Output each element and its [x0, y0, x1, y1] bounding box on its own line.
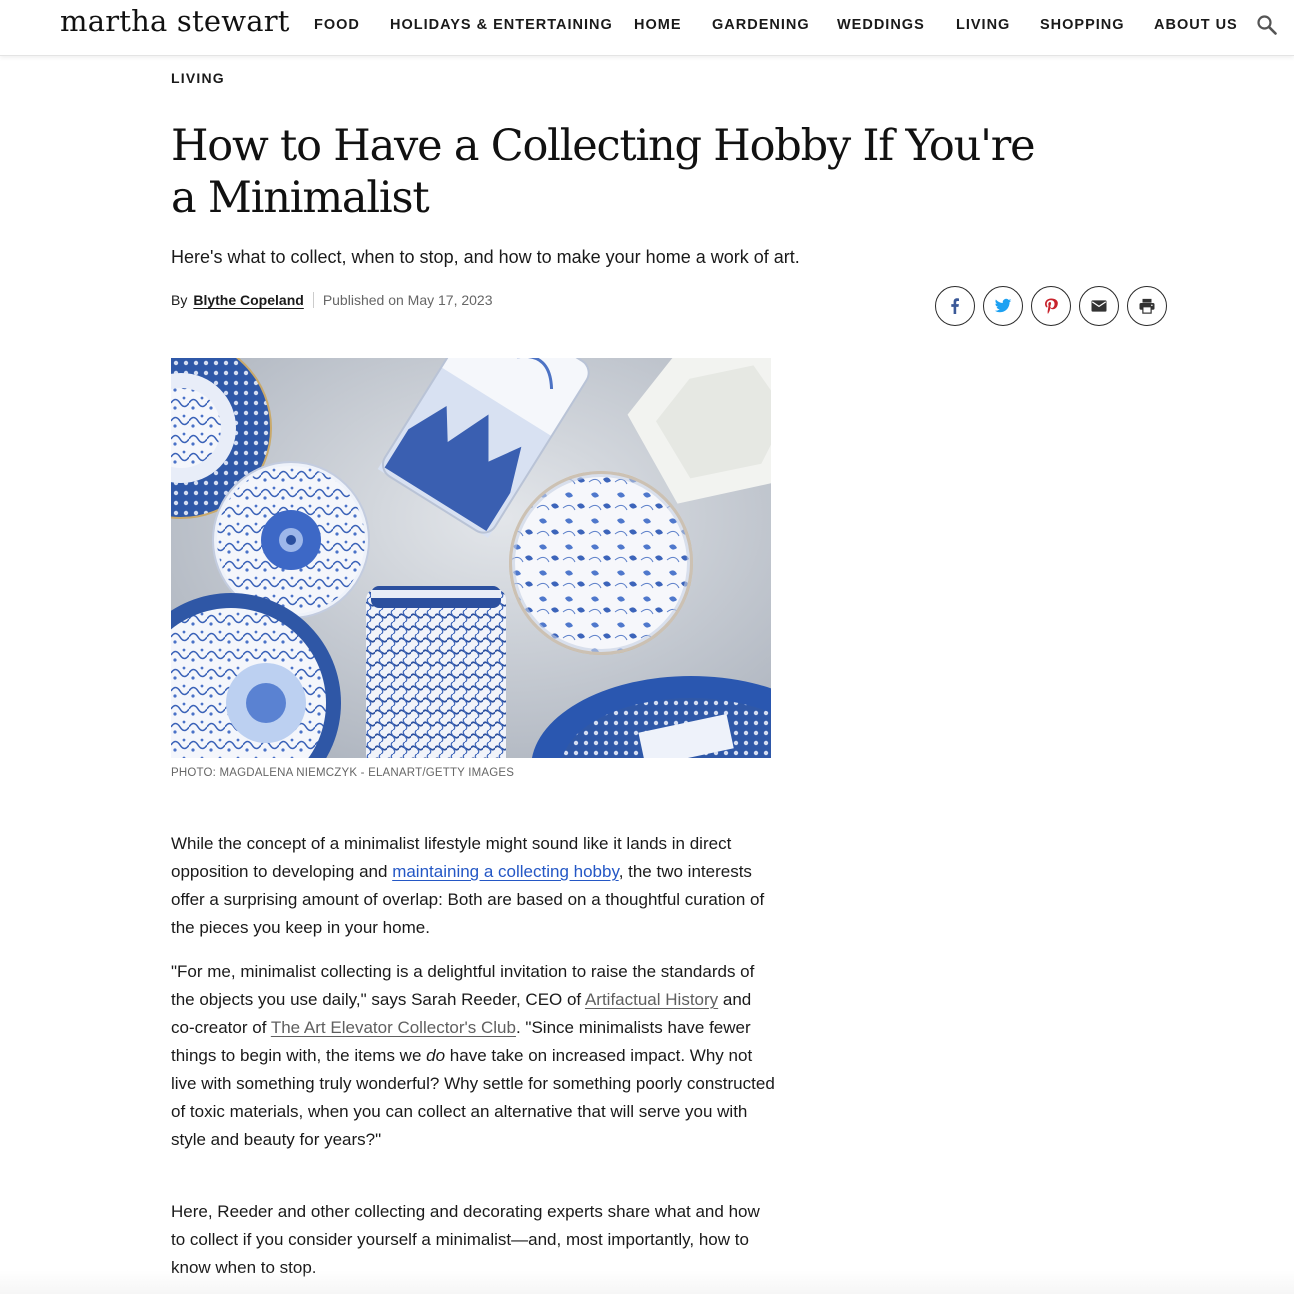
nav-item-about-us[interactable]: ABOUT US — [1154, 17, 1238, 33]
pinterest-icon — [1045, 298, 1058, 314]
site-logo[interactable]: martha stewart — [60, 4, 290, 38]
email-icon — [1091, 300, 1107, 312]
byline: By Blythe Copeland Published on May 17, … — [171, 292, 493, 308]
email-share-button[interactable] — [1079, 286, 1119, 326]
facebook-share-button[interactable] — [935, 286, 975, 326]
byline-by-label: By — [171, 292, 188, 308]
nav-item-holidays-entertaining[interactable]: HOLIDAYS & ENTERTAINING — [390, 17, 613, 33]
search-icon[interactable] — [1256, 14, 1278, 36]
byline-divider — [312, 292, 314, 308]
nav-item-gardening[interactable]: GARDENING — [712, 17, 810, 33]
article-category-link[interactable]: LIVING — [171, 70, 225, 86]
site-header: martha stewart FOOD HOLIDAYS & ENTERTAIN… — [0, 0, 1294, 56]
print-button[interactable] — [1127, 286, 1167, 326]
twitter-share-button[interactable] — [983, 286, 1023, 326]
pinterest-share-button[interactable] — [1031, 286, 1071, 326]
twitter-icon — [994, 298, 1012, 313]
nav-item-weddings[interactable]: WEDDINGS — [837, 17, 925, 33]
emphasis-text: do — [426, 1046, 446, 1065]
nav-item-living[interactable]: LIVING — [956, 17, 1010, 33]
art-elevator-link[interactable]: The Art Elevator Collector's Club — [271, 1018, 516, 1037]
article-title: How to Have a Collecting Hobby If You're… — [171, 121, 1036, 223]
nav-item-shopping[interactable]: SHOPPING — [1040, 17, 1125, 33]
collecting-hobby-link[interactable]: maintaining a collecting hobby — [392, 862, 619, 881]
article-subtitle: Here's what to collect, when to stop, an… — [171, 247, 800, 267]
nav-item-food[interactable]: FOOD — [314, 17, 360, 33]
publish-date: Published on May 17, 2023 — [322, 292, 493, 308]
facebook-icon — [951, 298, 959, 314]
photo-credit: PHOTO: MAGDALENA NIEMCZYK - ELANART/GETT… — [171, 767, 515, 779]
bottom-fade — [0, 1270, 1294, 1294]
social-share-bar — [935, 286, 1167, 326]
article-paragraph: "For me, minimalist collecting is a deli… — [171, 958, 776, 1154]
article-paragraph: While the concept of a minimalist lifest… — [171, 830, 776, 942]
artifactual-history-link[interactable]: Artifactual History — [585, 990, 718, 1009]
print-icon — [1139, 298, 1155, 314]
hero-image — [171, 358, 771, 758]
nav-item-home[interactable]: HOME — [634, 17, 682, 33]
author-link[interactable]: Blythe Copeland — [193, 292, 303, 308]
